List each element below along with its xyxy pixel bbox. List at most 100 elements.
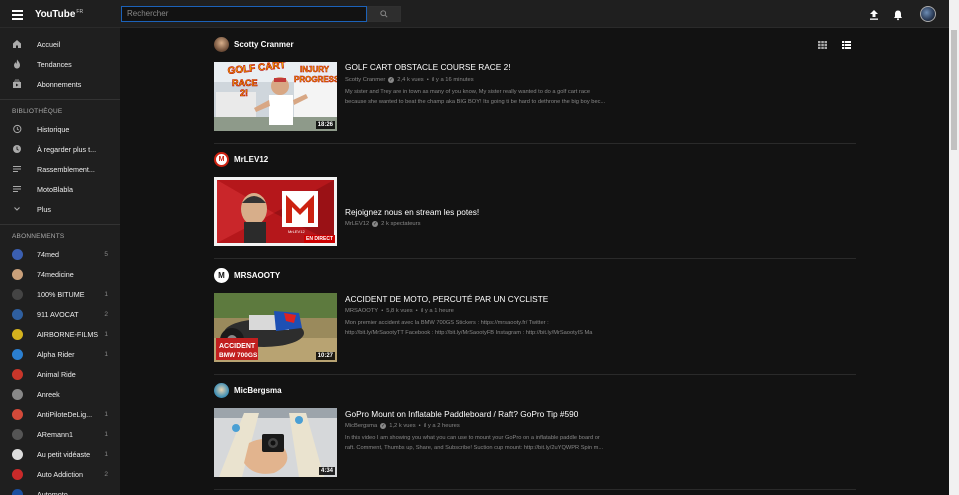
section-divider	[214, 489, 856, 490]
video-title[interactable]: Rejoignez nous en stream les potes!	[345, 207, 479, 217]
video-description: Mon premier accident avec la BMW 700GS S…	[345, 319, 640, 338]
sidebar-item-abonnements[interactable]: Abonnements	[0, 74, 120, 94]
logo-tube-text: Tube	[52, 9, 76, 20]
grid-view-icon[interactable]	[818, 41, 827, 49]
youtube-logo[interactable]: You Tube FR	[35, 8, 83, 22]
sidebar-item-label: Accueil	[37, 39, 61, 49]
video-thumbnail[interactable]: MrLEV12 EN DIRECT	[214, 177, 337, 246]
channel-avatar	[12, 428, 23, 440]
channel-header[interactable]: M MRSAOOTY	[214, 267, 281, 283]
video-meta: MRSAOOTY • 5,8 k vues • il y a 1 heure	[345, 308, 454, 314]
channel-header[interactable]: MicBergsma	[214, 382, 282, 398]
channel-name: MRSAOOTY	[234, 270, 281, 280]
video-description: In this video I am showing you what you …	[345, 434, 640, 453]
video-duration: 10:27	[315, 352, 335, 360]
video-viewers: 2 k spectateurs	[381, 221, 421, 227]
subscription-label: Automoto	[37, 489, 68, 495]
new-videos-count: 1	[104, 430, 108, 438]
subscription-item[interactable]: ARemann1 1	[0, 424, 120, 444]
video-thumbnail[interactable]: GOLF CART RACE 2! INJURY PROGRESS! 18:26	[214, 62, 337, 131]
sidebar-item-playlist-motoblabla[interactable]: MotoBlabla	[0, 179, 120, 199]
history-icon	[12, 124, 22, 134]
subscription-item[interactable]: 100% BITUME 1	[0, 284, 120, 304]
subscription-label: Alpha Rider	[37, 349, 75, 359]
upload-icon[interactable]	[868, 8, 880, 20]
sidebar-item-historique[interactable]: Historique	[0, 119, 120, 139]
subscription-item[interactable]: Alpha Rider 1	[0, 344, 120, 364]
subscription-item[interactable]: Animal Ride	[0, 364, 120, 384]
sidebar-item-accueil[interactable]: Accueil	[0, 34, 120, 54]
subscription-item[interactable]: 74med 5	[0, 244, 120, 264]
subscription-label: Au petit vidéaste	[37, 449, 91, 459]
video-thumbnail[interactable]: 4:34	[214, 408, 337, 477]
subscription-item[interactable]: 74medicine	[0, 264, 120, 284]
video-thumbnail[interactable]: ACCIDENT BMW 700GS 10:27	[214, 293, 337, 362]
thumbnail-text: 2!	[240, 88, 248, 98]
channel-header[interactable]: Scotty Cranmer	[214, 36, 294, 52]
sidebar-item-plus[interactable]: Plus	[0, 199, 120, 219]
subscription-item[interactable]: AntiPiloteDeLig... 1	[0, 404, 120, 424]
channel-name: MicBergsma	[234, 385, 282, 395]
search-input[interactable]: Rechercher	[121, 6, 367, 22]
section-divider	[214, 143, 856, 144]
subscription-item[interactable]: Auto Addiction 2	[0, 464, 120, 484]
subscription-label: 74med	[37, 249, 59, 259]
sidebar-item-tendances[interactable]: Tendances	[0, 54, 120, 74]
verified-icon: ✓	[388, 77, 395, 83]
video-channel-name[interactable]: MicBergsma	[345, 423, 377, 429]
subscription-item[interactable]: Au petit vidéaste 1	[0, 444, 120, 464]
meta-separator: •	[426, 77, 429, 83]
video-views: 1,2 k vues	[389, 423, 416, 429]
channel-avatar	[12, 488, 23, 495]
channel-avatar	[214, 382, 229, 398]
sidebar-divider	[0, 99, 120, 100]
video-channel-name[interactable]: MrLEV12	[345, 221, 369, 227]
menu-icon[interactable]	[12, 10, 23, 20]
thumbnail-text: BMW 700GS	[219, 352, 258, 359]
sidebar-item-playlist-rassemblement[interactable]: Rassemblement...	[0, 159, 120, 179]
logo-you-text: You	[35, 9, 53, 20]
sidebar-item-label: Abonnements	[37, 79, 82, 89]
page-scrollbar[interactable]	[949, 0, 959, 495]
notifications-bell-icon[interactable]	[892, 8, 904, 21]
subscription-label: 100% BITUME	[37, 289, 85, 299]
list-view-icon[interactable]	[842, 41, 851, 49]
playlist-icon	[12, 184, 22, 194]
sidebar-item-label: Historique	[37, 124, 70, 134]
video-meta: MrLEV12 ✓ 2 k spectateurs	[345, 221, 420, 227]
top-bar: You Tube FR Rechercher	[0, 0, 949, 28]
account-avatar[interactable]	[920, 6, 936, 22]
sidebar-item-label: MotoBlabla	[37, 184, 73, 194]
channel-name: Scotty Cranmer	[234, 39, 294, 49]
new-videos-count: 5	[104, 250, 108, 258]
channel-name: MrLEV12	[234, 154, 269, 164]
subscription-label: Anreek	[37, 389, 60, 399]
scrollbar-thumb[interactable]	[951, 30, 957, 150]
subscription-item[interactable]: 911 AVOCAT 2	[0, 304, 120, 324]
sidebar-item-watch-later[interactable]: À regarder plus t...	[0, 139, 120, 159]
video-meta: MicBergsma ✓ 1,2 k vues • il y a 2 heure…	[345, 423, 460, 429]
channel-avatar	[12, 248, 23, 260]
description-line: My sister and Trey are in town as many o…	[345, 89, 590, 95]
subscription-item[interactable]: Anreek	[0, 384, 120, 404]
description-line: raft. Comment, Thumbs up, Share, and Sub…	[345, 444, 604, 451]
subscription-item[interactable]: AIRBORNE-FILMS 1	[0, 324, 120, 344]
subscription-label: Animal Ride	[37, 369, 76, 379]
video-title[interactable]: GOLF CART OBSTACLE COURSE RACE 2!	[345, 62, 511, 72]
video-title[interactable]: ACCIDENT DE MOTO, PERCUTÉ PAR UN CYCLIST…	[345, 294, 548, 304]
video-channel-name[interactable]: MRSAOOTY	[345, 308, 378, 314]
subscription-item[interactable]: Automoto	[0, 484, 120, 495]
video-age: il y a 16 minutes	[431, 77, 474, 83]
channel-header[interactable]: M MrLEV12	[214, 151, 269, 167]
new-videos-count: 2	[104, 470, 108, 478]
video-channel-name[interactable]: Scotty Cranmer	[345, 77, 385, 83]
search-icon	[380, 10, 388, 18]
search-button[interactable]	[367, 6, 401, 22]
verified-icon: ✓	[380, 423, 387, 429]
meta-separator: •	[418, 423, 421, 429]
thumbnail-text: RACE	[232, 78, 258, 88]
channel-avatar: M	[214, 267, 229, 283]
new-videos-count: 1	[104, 350, 108, 358]
video-title[interactable]: GoPro Mount on Inflatable Paddleboard / …	[345, 409, 578, 419]
thumbnail-text: PROGRESS!	[294, 75, 337, 84]
